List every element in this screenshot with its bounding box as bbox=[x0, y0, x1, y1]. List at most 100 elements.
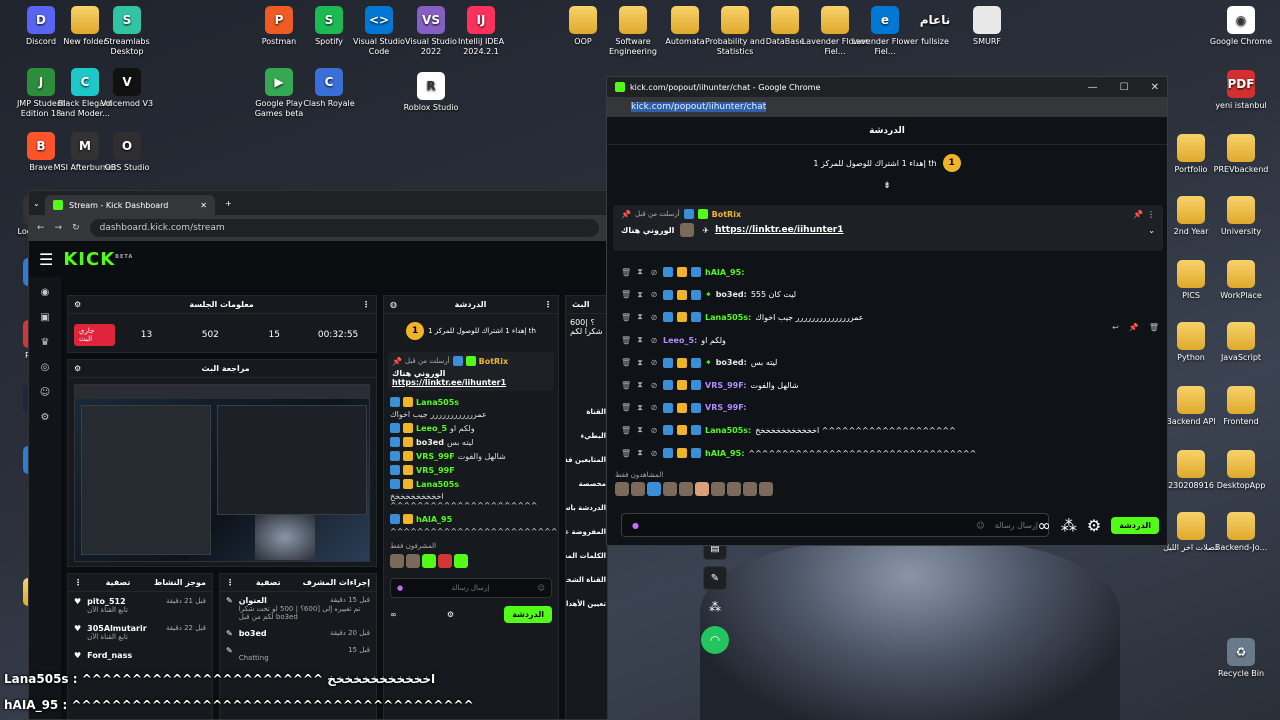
popout-chat-message[interactable]: 🗑 ⧗ ⊘ Lana505s: عمررررررررررررررر جيب اخواك bbox=[607, 306, 1167, 329]
dashboard-pinned-user[interactable]: BotRix bbox=[479, 357, 508, 366]
dashboard-chat-message[interactable]: Lana505s اخخخخخخخخخخ ^^^^^^^^^^^^^^^^^^^^… bbox=[384, 477, 558, 512]
kick-logo[interactable]: KICKBETA bbox=[63, 249, 133, 270]
dashboard-chat-message[interactable]: Lana505s عمرررررررررررر جيب اخواك bbox=[384, 395, 558, 421]
desktop-app-icon[interactable]: S Streamlabs Desktop bbox=[92, 6, 162, 57]
mic-icon[interactable]: ● bbox=[397, 584, 403, 592]
activity-item[interactable]: ♥ 305Almutarir قبل 22 دقيقة تابع القناة الآ… bbox=[68, 619, 212, 646]
emote-icon[interactable] bbox=[454, 554, 468, 568]
emote-icon[interactable] bbox=[390, 554, 404, 568]
headset-icon[interactable]: ◠ bbox=[701, 626, 729, 654]
stream-preview-video[interactable] bbox=[74, 384, 370, 562]
delete-icon[interactable]: 🗑 bbox=[621, 381, 631, 390]
delete-icon[interactable]: 🗑 bbox=[621, 290, 631, 299]
chat-username[interactable]: VRS_99F bbox=[416, 452, 455, 461]
timeout-icon[interactable]: ⧗ bbox=[635, 335, 645, 345]
dashboard-pinned-message[interactable]: 📌 أرسلت من قبل BotRix الوروني هناك https… bbox=[388, 352, 554, 391]
desktop-folder-icon[interactable]: PREVbackend bbox=[1206, 134, 1276, 175]
dashboard-pinned-link[interactable]: https://linktr.ee/iihunter1 bbox=[392, 378, 550, 387]
delete-icon[interactable]: 🗑 bbox=[621, 403, 631, 412]
settings-item[interactable]: القناة bbox=[566, 400, 607, 424]
popout-infinity-icon[interactable]: ∞ bbox=[1038, 516, 1051, 535]
viewer-avatar-icon[interactable] bbox=[631, 482, 645, 496]
dashboard-chat-message[interactable]: bo3ed ليته بس bbox=[384, 435, 558, 449]
timeout-icon[interactable]: ⧗ bbox=[635, 425, 645, 435]
viewer-avatar-icon[interactable] bbox=[647, 482, 661, 496]
popout-chat-message[interactable]: 🗑 ⧗ ⊘ Lana505s: اخخخخخخخخخخخخ ^^^^^^^^^^^^^^… bbox=[607, 419, 1167, 442]
popout-chat-username[interactable]: Lana505s: bbox=[705, 313, 751, 322]
popout-chat-username[interactable]: hAIA_95: bbox=[705, 449, 744, 458]
collapse-filter-icon[interactable]: ⇟ bbox=[607, 181, 1167, 191]
popout-chat-message[interactable]: 🗑 ⧗ ⊘ VRS_99F: شالهل والفوت bbox=[607, 374, 1167, 397]
timeout-icon[interactable]: ⧗ bbox=[635, 380, 645, 390]
popout-settings-icon[interactable]: ⚙ bbox=[1087, 516, 1101, 535]
share-icon[interactable]: ⁂ bbox=[700, 600, 730, 614]
chat-username[interactable]: Leeo_5 bbox=[416, 424, 447, 433]
popout-chat-message[interactable]: 🗑 ⧗ ⊘ VRS_99F: bbox=[607, 397, 1167, 420]
more-icon[interactable]: ⋮ bbox=[362, 300, 370, 309]
popout-share-icon[interactable]: ⁂ bbox=[1061, 516, 1077, 535]
chat-username[interactable]: bo3ed bbox=[416, 438, 444, 447]
menu-icon[interactable]: ☰ bbox=[39, 250, 53, 269]
dashboard-chat-send-button[interactable]: الدردشة bbox=[504, 606, 552, 623]
popout-emoji-icon[interactable]: ☺ bbox=[976, 521, 984, 530]
pinned-more-icon[interactable]: ⋮ bbox=[1147, 210, 1155, 219]
popout-chat-username[interactable]: VRS_99F: bbox=[705, 403, 746, 412]
viewer-avatar-icon[interactable] bbox=[663, 482, 677, 496]
reload-icon[interactable]: ↻ bbox=[72, 223, 80, 233]
desktop-app-icon[interactable]: O OBS Studio bbox=[92, 132, 162, 173]
trophy-icon[interactable]: ♛ bbox=[41, 337, 50, 348]
desktop-app-icon[interactable]: IJ IntelliJ IDEA 2024.2.1 bbox=[446, 6, 516, 57]
chat-username[interactable]: VRS_99F bbox=[416, 466, 455, 475]
dashboard-chat-message[interactable]: VRS_99F bbox=[384, 463, 558, 477]
popout-pinned-user[interactable]: BotRix bbox=[712, 210, 741, 219]
timeout-icon[interactable]: ⧗ bbox=[635, 403, 645, 413]
chat-settings-icon[interactable]: ⚙ bbox=[447, 610, 454, 619]
ban-icon[interactable]: ⊘ bbox=[649, 336, 659, 345]
desktop-folder-icon[interactable]: Backend-Jo... bbox=[1206, 512, 1276, 553]
desktop-folder-icon[interactable]: Frontend bbox=[1206, 386, 1276, 427]
close-tab-icon[interactable]: ✕ bbox=[200, 201, 207, 210]
desktop-folder-icon[interactable]: DesktopApp bbox=[1206, 450, 1276, 491]
popout-chat-username[interactable]: Lana505s: bbox=[705, 426, 751, 435]
wrench-icon[interactable]: ✎ bbox=[703, 566, 727, 590]
users-icon[interactable]: ☺ bbox=[40, 387, 50, 398]
ban-icon[interactable]: ⊘ bbox=[649, 403, 659, 412]
desktop-folder-icon[interactable]: WorkPlace bbox=[1206, 260, 1276, 301]
popout-chat-message[interactable]: 🗑 ⧗ ⊘ ✦ bo3ed: ليته بس bbox=[607, 351, 1167, 374]
settings-item[interactable]: مخصصة bbox=[566, 472, 607, 496]
ban-icon[interactable]: ⊘ bbox=[649, 268, 659, 277]
popout-chat-message[interactable]: 🗑 ⧗ ⊘ Leeo_5: ولكم او bbox=[607, 329, 1167, 352]
viewer-avatar-icon[interactable] bbox=[759, 482, 773, 496]
emoji-icon[interactable]: ☺ bbox=[538, 584, 545, 592]
timeout-icon[interactable]: ⧗ bbox=[635, 290, 645, 300]
activity-item[interactable]: ♥ pito_512 قبل 21 دقيقة تابع القناة الآن bbox=[68, 592, 212, 619]
pin-message-icon[interactable]: 📌 bbox=[1129, 323, 1139, 332]
forward-icon[interactable]: → bbox=[55, 223, 63, 233]
timeout-icon[interactable]: ⧗ bbox=[635, 312, 645, 322]
dashboard-chat-message[interactable]: hAIA_95 ^^^^^^^^^^^^^^^^^^^^^^^^^^^^^^^^^… bbox=[384, 512, 558, 538]
activity-filter-label[interactable]: تصفية bbox=[106, 578, 131, 587]
activity-user[interactable]: Ford_nass bbox=[87, 651, 132, 660]
delete-icon[interactable]: 🗑 bbox=[621, 336, 631, 345]
preview-gear-icon[interactable]: ⚙ bbox=[74, 364, 81, 373]
popout-mic-icon[interactable]: ● bbox=[632, 521, 639, 530]
ban-icon[interactable]: ⊘ bbox=[649, 358, 659, 367]
settings-icon[interactable]: ⚙ bbox=[41, 412, 50, 423]
popout-chat-username[interactable]: hAIA_95: bbox=[705, 268, 744, 277]
activity-user[interactable]: pito_512 bbox=[87, 597, 126, 606]
settings-item[interactable]: القناة الشخصية bbox=[566, 568, 607, 592]
dashboard-chat-message[interactable]: Leeo_5 ولكم او bbox=[384, 421, 558, 435]
viewer-avatar-icon[interactable] bbox=[743, 482, 757, 496]
desktop-folder-icon[interactable]: PDF yeni istanbul bbox=[1206, 70, 1276, 111]
minimize-icon[interactable]: — bbox=[1088, 82, 1098, 93]
settings-item[interactable]: الدردشة باستخدام الصور bbox=[566, 496, 607, 520]
activity-item[interactable]: ♥ Ford_nass bbox=[68, 646, 212, 665]
viewer-avatar-icon[interactable] bbox=[711, 482, 725, 496]
settings-item[interactable]: المفروضة على عمر الحساب bbox=[566, 520, 607, 544]
activity-user[interactable]: 305Almutarir bbox=[87, 624, 147, 633]
popout-chat-input[interactable]: ☺ إرسال رسالة ● bbox=[621, 513, 1049, 537]
back-icon[interactable]: ← bbox=[37, 223, 45, 233]
infinity-icon[interactable]: ∞ bbox=[390, 610, 397, 619]
desktop-app-icon[interactable]: C Clash Royale bbox=[294, 68, 364, 109]
timeout-icon[interactable]: ⧗ bbox=[635, 358, 645, 368]
